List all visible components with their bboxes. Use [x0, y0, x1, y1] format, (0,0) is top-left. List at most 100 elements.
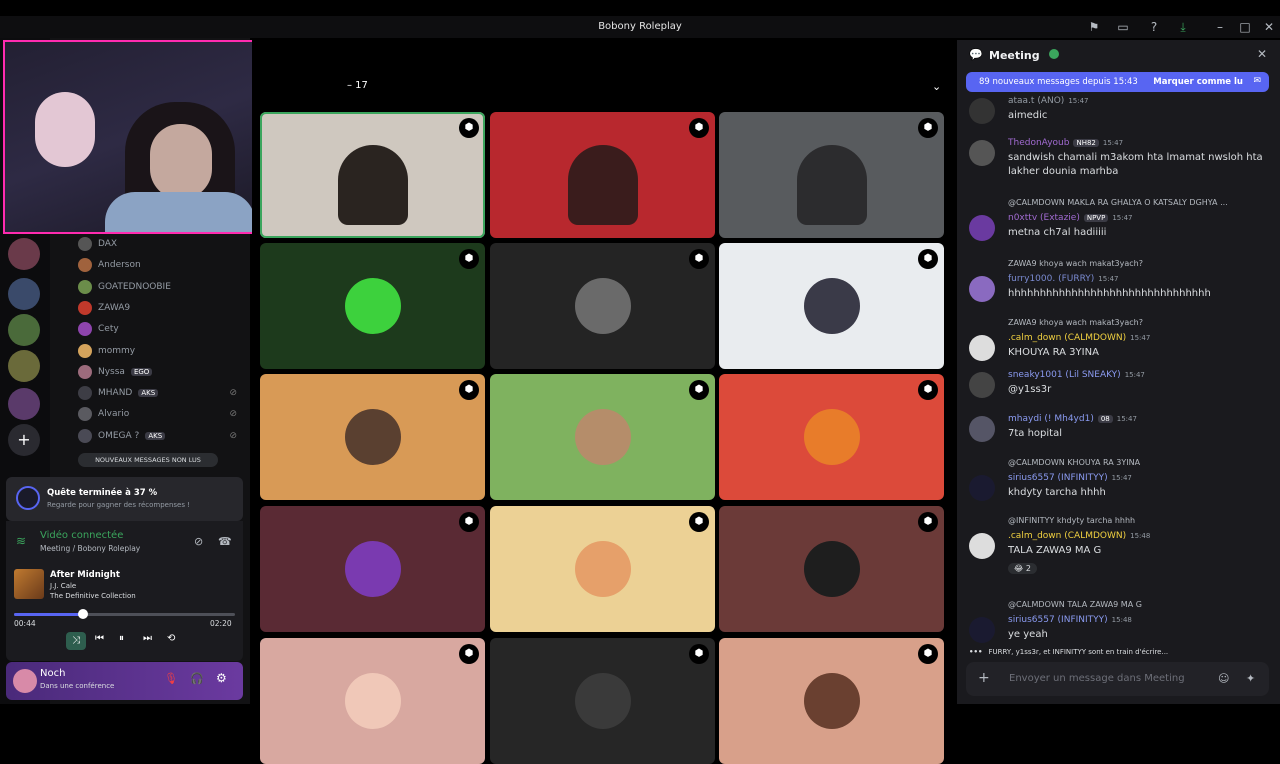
shield-icon[interactable]: ⬢: [918, 118, 938, 138]
reply-preview[interactable]: @CALMDOWN KHOUYA RA 3YINA: [1008, 458, 1263, 467]
mark-read-button[interactable]: Marquer comme lu: [1153, 77, 1243, 87]
author-name[interactable]: .calm_down (CALMDOWN): [1008, 531, 1126, 541]
participant-tile[interactable]: ⬢: [260, 374, 485, 500]
reply-preview[interactable]: @CALMDOWN TALA ZAWA9 MA G: [1008, 600, 1263, 609]
author-name[interactable]: sirius6557 (INFINITYY): [1008, 473, 1108, 483]
next-icon[interactable]: ⏭: [143, 633, 152, 644]
participant-tile[interactable]: ⬢: [490, 112, 715, 238]
member-item[interactable]: Alvario ⊘: [78, 405, 243, 423]
seek-handle[interactable]: [77, 609, 88, 619]
server-icon[interactable]: [8, 350, 40, 382]
shield-icon[interactable]: ⬢: [918, 380, 938, 400]
reply-preview[interactable]: @CALMDOWN MAKLA RA GHALYA O KATSALY DGHY…: [1008, 198, 1263, 207]
server-icon[interactable]: [8, 238, 40, 270]
shield-icon[interactable]: ⬢: [918, 249, 938, 269]
attach-plus-icon[interactable]: +: [978, 670, 990, 686]
settings-gear-icon[interactable]: ⚙: [216, 671, 227, 685]
apps-icon[interactable]: ✦: [1246, 672, 1255, 685]
shield-icon[interactable]: ⬢: [459, 380, 479, 400]
message-avatar[interactable]: [969, 98, 995, 124]
message-avatar[interactable]: [969, 215, 995, 241]
participant-tile[interactable]: ⬢: [260, 506, 485, 632]
headphones-icon[interactable]: 🎧: [190, 672, 204, 685]
reply-preview[interactable]: @INFINITYY khdyty tarcha hhhh: [1008, 516, 1263, 525]
member-item[interactable]: MHAND AKS ⊘: [78, 384, 243, 402]
member-item[interactable]: Cety: [78, 320, 243, 338]
shield-icon[interactable]: ⬢: [459, 644, 479, 664]
shield-icon[interactable]: ⬢: [689, 512, 709, 532]
author-name[interactable]: furry1000. (FURRY): [1008, 274, 1094, 284]
video-off-icon[interactable]: ⊘: [194, 535, 203, 548]
participant-tile[interactable]: ⬢: [490, 243, 715, 369]
shield-icon[interactable]: ⬢: [689, 249, 709, 269]
close-window-icon[interactable]: ✕: [1261, 19, 1277, 35]
message-avatar[interactable]: [969, 335, 995, 361]
shield-icon[interactable]: ⬢: [689, 644, 709, 664]
quest-card[interactable]: Quête terminée à 37 % Regarde pour gagne…: [6, 477, 243, 521]
message-avatar[interactable]: [969, 416, 995, 442]
server-icon[interactable]: [8, 388, 40, 420]
participant-tile[interactable]: ⬢: [719, 112, 944, 238]
message-avatar[interactable]: [969, 533, 995, 559]
download-icon[interactable]: ⤓: [1175, 19, 1191, 35]
author-name[interactable]: sneaky1001 (Lil SNEAKY): [1008, 370, 1121, 380]
member-item[interactable]: DAX: [78, 235, 243, 253]
shield-icon[interactable]: ⬢: [459, 118, 479, 138]
shield-icon[interactable]: ⬢: [918, 644, 938, 664]
add-server-icon[interactable]: +: [8, 424, 40, 456]
reply-preview[interactable]: ZAWA9 khoya wach makat3yach?: [1008, 318, 1263, 327]
member-item[interactable]: Nyssa EGO: [78, 363, 243, 381]
participant-tile[interactable]: ⬢: [260, 243, 485, 369]
message-avatar[interactable]: [969, 276, 995, 302]
emoji-icon[interactable]: ☺: [1218, 672, 1229, 685]
participant-tile[interactable]: ⬢: [490, 506, 715, 632]
shuffle-icon[interactable]: ⤨: [66, 632, 86, 650]
seek-bar[interactable]: [14, 609, 235, 619]
author-name[interactable]: .calm_down (CALMDOWN): [1008, 333, 1126, 343]
author-name[interactable]: mhaydi (! Mh4yd1): [1008, 414, 1094, 424]
author-name[interactable]: sirius6557 (INFINITYY): [1008, 615, 1108, 625]
close-chat-icon[interactable]: ✕: [1257, 47, 1267, 61]
flag-icon[interactable]: ⚑: [1086, 19, 1102, 35]
shield-icon[interactable]: ⬢: [459, 512, 479, 532]
user-avatar[interactable]: [13, 669, 37, 693]
voice-channel[interactable]: Meeting / Bobony Roleplay: [40, 544, 140, 553]
member-item[interactable]: Anderson: [78, 256, 243, 274]
member-item[interactable]: GOATEDNOOBIE: [78, 278, 243, 296]
author-name[interactable]: ataa.t (ANO): [1008, 96, 1064, 106]
participant-tile[interactable]: ⬢: [719, 506, 944, 632]
inbox-icon[interactable]: ▭: [1115, 19, 1131, 35]
minimize-icon[interactable]: –: [1212, 19, 1228, 35]
previous-icon[interactable]: ⏮: [95, 633, 104, 644]
reaction-chip[interactable]: 😂 2: [1008, 563, 1037, 574]
author-name[interactable]: n0xttv (Extazie): [1008, 213, 1080, 223]
member-item[interactable]: mommy: [78, 342, 243, 360]
unread-messages-pill[interactable]: NOUVEAUX MESSAGES NON LUS: [78, 453, 218, 467]
server-icon[interactable]: [8, 278, 40, 310]
shield-icon[interactable]: ⬢: [689, 118, 709, 138]
participant-tile[interactable]: ⬢: [719, 374, 944, 500]
author-name[interactable]: ThedonAyoub: [1008, 138, 1069, 148]
member-item[interactable]: OMEGA ? AKS ⊘: [78, 427, 243, 445]
participant-tile[interactable]: ⬢: [490, 638, 715, 764]
message-avatar[interactable]: [969, 372, 995, 398]
message-avatar[interactable]: [969, 617, 995, 643]
repeat-icon[interactable]: ⟲: [167, 633, 175, 644]
server-icon[interactable]: [8, 314, 40, 346]
message-avatar[interactable]: [969, 475, 995, 501]
message-input[interactable]: + Envoyer un message dans Meeting ☺ ✦: [966, 662, 1269, 696]
disconnect-icon[interactable]: ☎: [218, 535, 232, 548]
shield-icon[interactable]: ⬢: [459, 249, 479, 269]
help-icon[interactable]: ?: [1146, 19, 1162, 35]
participant-tile[interactable]: ⬢: [490, 374, 715, 500]
new-messages-banner[interactable]: 89 nouveaux messages depuis 15:43 Marque…: [966, 72, 1269, 92]
participant-tile[interactable]: ⬢: [260, 638, 485, 764]
participant-tile[interactable]: ⬢: [719, 638, 944, 764]
reply-preview[interactable]: ZAWA9 khoya wach makat3yach?: [1008, 259, 1263, 268]
participant-tile[interactable]: ⬢: [260, 112, 485, 238]
chevron-down-icon[interactable]: ⌄: [932, 80, 941, 93]
maximize-icon[interactable]: □: [1237, 19, 1253, 35]
message-avatar[interactable]: [969, 140, 995, 166]
shield-icon[interactable]: ⬢: [689, 380, 709, 400]
member-item[interactable]: ZAWA9: [78, 299, 243, 317]
